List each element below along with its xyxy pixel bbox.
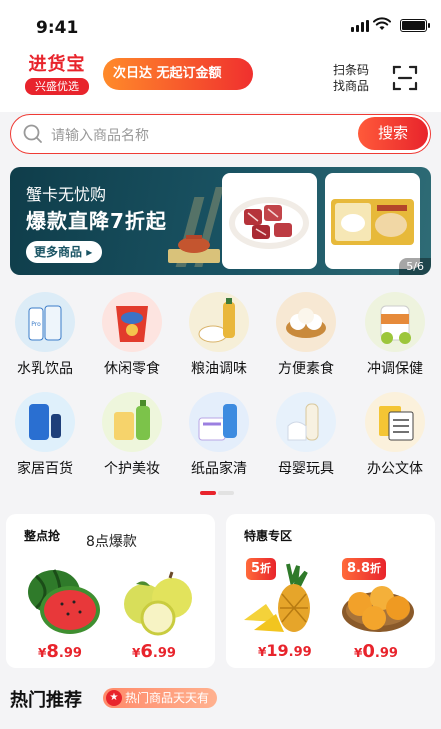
banner-line1: 蟹卡无忧购 xyxy=(26,185,107,204)
office-icon xyxy=(365,392,425,452)
discount-value: 8.8 xyxy=(347,561,371,576)
oil-icon xyxy=(189,292,249,352)
status-time: 9:41 xyxy=(36,18,79,38)
watermelon-icon[interactable] xyxy=(18,562,108,640)
scan-line2: 找商品 xyxy=(333,79,370,93)
personal-care-icon xyxy=(102,392,162,452)
category-label: 母婴玩具 xyxy=(278,461,334,477)
category-label: 冲调保健 xyxy=(367,361,423,377)
banner-pager: 5/6 xyxy=(399,258,431,275)
banner-product-card[interactable] xyxy=(222,173,317,269)
dumpling-icon xyxy=(276,292,336,352)
flash-sale-panel[interactable]: 整点抢 8点爆款 ¥8.99 ¥6.99 xyxy=(6,514,215,668)
category-item[interactable]: 家居百货 xyxy=(4,392,86,478)
flash-item-price: ¥8.99 xyxy=(38,641,82,662)
special-offers-panel[interactable]: 特惠专区 5折 8.8折 ¥19.99 ¥0.99 xyxy=(226,514,435,668)
special-offers-title: 特惠专区 xyxy=(244,529,293,543)
search-button[interactable]: 搜索 xyxy=(358,117,428,150)
more-products-label: 更多商品 xyxy=(34,245,83,259)
category-label: 家居百货 xyxy=(17,461,73,477)
category-label: 纸品家清 xyxy=(191,461,247,477)
hot-badge-label: 热门商品天天有 xyxy=(125,691,210,705)
category-item[interactable]: 冲调保健 xyxy=(354,292,436,378)
special-item-price: ¥19.99 xyxy=(258,641,312,660)
logo-main-text: 进货宝 xyxy=(28,54,86,75)
crab-gift-box-icon xyxy=(168,235,220,263)
price-int: 8 xyxy=(46,641,59,662)
steak-icon xyxy=(229,197,309,249)
search-bar[interactable]: 请输入商品名称 搜索 xyxy=(10,114,431,154)
category-item[interactable]: Pro 水乳饮品 xyxy=(4,292,86,378)
star-icon: ★ xyxy=(106,690,122,706)
discount-unit: 折 xyxy=(370,562,382,575)
svg-text:Pro: Pro xyxy=(31,321,41,328)
banner-product-card[interactable] xyxy=(325,173,420,269)
price-dec: .99 xyxy=(58,646,82,661)
category-item[interactable]: 母婴玩具 xyxy=(265,392,347,478)
discount-unit: 折 xyxy=(260,562,272,575)
wifi-icon xyxy=(373,17,391,30)
scan-icon[interactable] xyxy=(392,65,418,91)
milk-icon: Pro xyxy=(15,292,75,352)
category-label: 个护美妆 xyxy=(104,461,160,477)
category-item[interactable]: 方便素食 xyxy=(265,292,347,378)
category-item[interactable]: 粮油调味 xyxy=(178,292,260,378)
category-item[interactable]: 办公文体 xyxy=(354,392,436,478)
banner-headline: 爆款直降7折起 xyxy=(26,209,167,233)
hot-section-title: 热门推荐 xyxy=(10,690,82,711)
scan-line1: 扫条码 xyxy=(333,63,370,77)
pager-dot xyxy=(218,491,234,495)
pear-icon[interactable] xyxy=(114,562,204,640)
category-label: 休闲零食 xyxy=(104,361,160,377)
price-dec: .99 xyxy=(374,646,398,661)
price-int: 0 xyxy=(362,641,375,662)
price-dec: .99 xyxy=(288,645,312,660)
search-input[interactable]: 请输入商品名称 xyxy=(51,125,149,145)
category-item[interactable]: 休闲零食 xyxy=(91,292,173,378)
dumpling-package-icon xyxy=(331,199,414,245)
discount-tag: 8.8折 xyxy=(342,558,387,580)
snack-icon xyxy=(102,292,162,352)
battery-icon xyxy=(400,19,430,32)
signal-icon xyxy=(351,20,369,32)
special-item-price: ¥0.99 xyxy=(354,641,398,662)
price-int: 19 xyxy=(266,641,289,660)
status-bar: 9:41 xyxy=(0,0,441,52)
category-pager xyxy=(200,491,234,495)
category-item[interactable]: 个护美妆 xyxy=(91,392,173,478)
price-dec: .99 xyxy=(152,646,176,661)
flash-sale-title: 整点抢 xyxy=(24,529,61,543)
category-item[interactable]: 纸品家清 xyxy=(178,392,260,478)
discount-tag: 5折 xyxy=(246,558,277,580)
scan-barcode-link[interactable]: 扫条码 找商品 xyxy=(333,62,369,94)
price-int: 6 xyxy=(140,641,153,662)
flash-item-price: ¥6.99 xyxy=(132,641,176,662)
hot-badge[interactable]: ★ 热门商品天天有 xyxy=(103,688,218,708)
baby-icon xyxy=(276,392,336,452)
discount-value: 5 xyxy=(251,561,261,576)
category-label: 水乳饮品 xyxy=(17,361,73,377)
flash-sale-subtitle: 8点爆款 xyxy=(86,534,137,550)
category-grid: Pro 水乳饮品 休闲零食 粮油调味 方便素食 冲调保健 家居百货 个护美妆 纸… xyxy=(0,284,441,504)
category-label: 粮油调味 xyxy=(191,361,247,377)
category-label: 办公文体 xyxy=(367,461,423,477)
supplement-icon xyxy=(365,292,425,352)
category-label: 方便素食 xyxy=(278,361,334,377)
paper-icon xyxy=(189,392,249,452)
logo-sub-text: 兴盛优选 xyxy=(25,78,89,95)
app-header: 进货宝 兴盛优选 次日达 无起订金额 扫条码 找商品 xyxy=(0,52,441,112)
promo-banner[interactable]: 蟹卡无忧购 爆款直降7折起 更多商品 ▸ 5/6 xyxy=(10,167,431,275)
pager-dot-active xyxy=(200,491,216,495)
app-logo: 进货宝 兴盛优选 xyxy=(22,54,92,95)
more-products-button[interactable]: 更多商品 ▸ xyxy=(26,241,103,263)
search-icon xyxy=(23,124,42,143)
delivery-promo-badge[interactable]: 次日达 无起订金额 xyxy=(103,58,253,90)
household-icon xyxy=(15,392,75,452)
